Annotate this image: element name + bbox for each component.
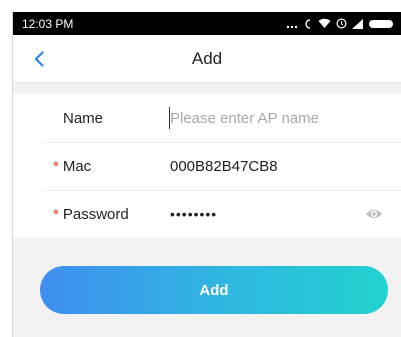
password-label-text: Password (62, 205, 129, 223)
page-title: Add (191, 49, 223, 68)
password-row: * Password (13, 190, 401, 238)
mac-label-text: Mac (62, 157, 92, 175)
status-bar: 12:03 PM (13, 12, 401, 35)
required-marker: * (53, 157, 59, 175)
ap-form: Name *Mac *Password (13, 94, 401, 238)
status-icons (286, 18, 395, 30)
status-time: 12:03 PM (22, 16, 74, 31)
app-screen: 12:03 PM Add Name Please enter AP name *… (12, 12, 401, 337)
add-button[interactable]: Add (40, 266, 388, 314)
signal-icon (352, 18, 364, 29)
battery-icon (369, 19, 395, 29)
name-input[interactable] (170, 105, 351, 131)
navigation-bar: Add (13, 35, 401, 83)
password-input[interactable] (170, 201, 351, 227)
alarm-icon (336, 18, 347, 29)
mac-label: * Mac (53, 158, 91, 175)
name-row: Name (13, 94, 401, 142)
more-dots-icon (286, 19, 298, 29)
mac-row: * Mac (13, 142, 401, 190)
name-label: Name (63, 109, 104, 127)
required-marker: * (53, 205, 59, 223)
call-icon (303, 18, 313, 30)
mac-input[interactable] (170, 153, 351, 179)
password-label: * Password (53, 206, 129, 223)
wifi-icon (318, 18, 331, 29)
eye-icon[interactable] (365, 206, 383, 222)
